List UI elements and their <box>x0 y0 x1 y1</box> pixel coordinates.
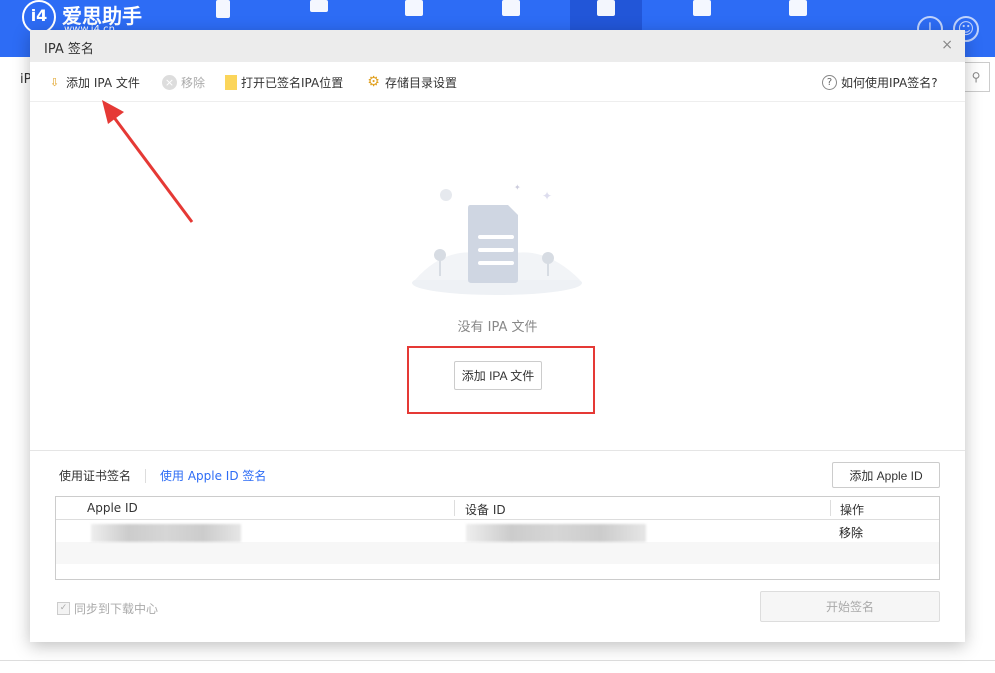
gear-icon: ⚙ <box>367 74 380 90</box>
toolbar: ⇩ 添加 IPA 文件 × 移除 打开已签名IPA位置 ⚙ 存储目录设置 ? 如何使用I… <box>30 62 965 102</box>
sync-checkbox[interactable]: ✓ 同步到下载中心 <box>57 600 158 617</box>
help-icon: ? <box>822 75 837 90</box>
ipa-sign-dialog: IPA 签名 × ⇩ 添加 IPA 文件 × 移除 打开已签名IPA位置 ⚙ 存储目录… <box>30 30 965 642</box>
redacted-apple-id <box>91 524 241 542</box>
tab-appleid-sign[interactable]: 使用 Apple ID 签名 <box>160 467 266 484</box>
remove-button[interactable]: × 移除 <box>162 74 205 91</box>
add-apple-id-button[interactable]: 添加 Apple ID <box>832 462 940 488</box>
empty-file-illustration: ✦ ✦ <box>412 183 582 295</box>
empty-state-text: 没有 IPA 文件 <box>457 320 538 335</box>
dialog-titlebar: IPA 签名 × <box>30 30 965 62</box>
remove-row-link[interactable]: 移除 <box>839 524 863 541</box>
apple-id-table: Apple ID 设备 ID 操作 移除 <box>55 496 940 580</box>
add-file-icon: ⇩ <box>49 76 60 89</box>
sign-mode-tabs: 使用证书签名 使用 Apple ID 签名 <box>59 467 266 484</box>
remove-icon: × <box>162 75 177 90</box>
tab-separator <box>145 468 147 483</box>
svg-text:✦: ✦ <box>542 189 552 203</box>
open-location-button[interactable]: 打开已签名IPA位置 <box>225 74 343 91</box>
start-sign-button[interactable]: 开始签名 <box>760 591 940 622</box>
divider <box>30 450 965 451</box>
help-link[interactable]: ? 如何使用IPA签名? <box>822 74 938 91</box>
highlight-box <box>407 346 595 414</box>
svg-text:✦: ✦ <box>514 183 521 192</box>
checkbox-icon[interactable]: ✓ <box>57 602 70 615</box>
close-icon[interactable]: × <box>941 37 953 53</box>
table-row: 移除 <box>56 497 939 581</box>
row-stripe <box>56 542 939 564</box>
folder-icon <box>225 75 237 90</box>
add-ipa-toolbar-button[interactable]: ⇩ 添加 IPA 文件 <box>47 74 140 91</box>
storage-settings-button[interactable]: ⚙ 存储目录设置 <box>366 74 457 91</box>
tab-cert-sign[interactable]: 使用证书签名 <box>59 467 131 484</box>
dialog-title: IPA 签名 <box>44 42 94 57</box>
search-icon[interactable]: ⚲ <box>962 62 990 92</box>
divider <box>0 660 995 661</box>
redacted-device-id <box>466 524 646 542</box>
